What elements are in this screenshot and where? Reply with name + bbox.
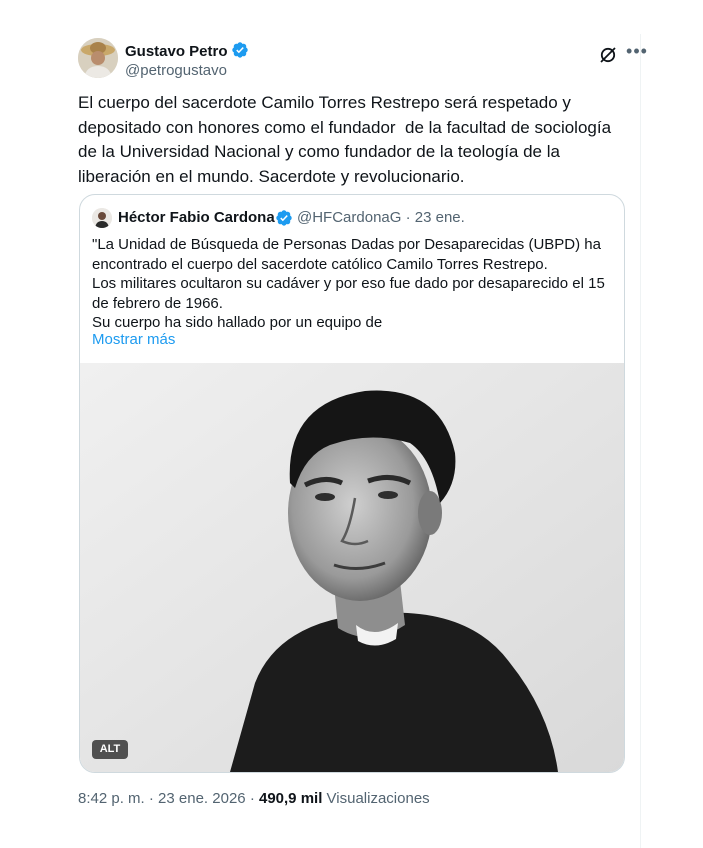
quoted-author-handle: @HFCardonaG	[297, 209, 402, 226]
quoted-author-meta: @HFCardonaG · 23 ene.	[297, 209, 465, 226]
post-metadata: 8:42 p. m. · 23 ene. 2026 · 490,9 mil Vi…	[78, 790, 430, 807]
post-date[interactable]: 23 ene. 2026	[158, 790, 246, 807]
quoted-post-photo[interactable]: ALT	[80, 363, 624, 772]
views-label[interactable]: Visualizaciones	[327, 790, 430, 807]
post-time[interactable]: 8:42 p. m.	[78, 790, 145, 807]
author-avatar[interactable]	[78, 38, 118, 78]
quoted-text-line: "La Unidad de Búsqueda de Personas Dadas…	[92, 236, 601, 253]
author-handle[interactable]: @petrogustavo	[125, 62, 227, 79]
author-name[interactable]: Gustavo Petro	[125, 41, 249, 60]
verified-badge-icon	[276, 210, 292, 226]
post-header: Gustavo Petro @petrogustavo •••	[78, 38, 647, 88]
quoted-text-line: Los militares ocultaron su cadáver y por…	[92, 275, 605, 293]
quoted-author-avatar	[92, 208, 112, 228]
views-count[interactable]: 490,9 mil	[259, 790, 322, 807]
separator: ·	[148, 790, 154, 807]
timeline-divider	[640, 34, 641, 848]
quoted-post-text: "La Unidad de Búsqueda de Personas Dadas…	[92, 235, 612, 333]
quoted-text-line: de febrero de 1966.	[92, 294, 223, 312]
separator: ·	[249, 790, 255, 807]
quoted-post-date: · 23 ene.	[405, 209, 465, 226]
alt-text-badge[interactable]: ALT	[92, 740, 128, 759]
quoted-post[interactable]: Héctor Fabio Cardona @HFCardonaG · 23 en…	[79, 194, 625, 773]
quoted-text-line: encontrado el cuerpo del sacerdote catól…	[92, 255, 548, 273]
verified-badge-icon	[231, 42, 248, 58]
author-name-text[interactable]: Gustavo Petro	[125, 43, 228, 60]
show-more-link[interactable]: Mostrar más	[92, 331, 175, 348]
grok-icon[interactable]	[598, 45, 618, 65]
quoted-post-header: Héctor Fabio Cardona @HFCardonaG · 23 en…	[92, 207, 612, 229]
more-options-icon[interactable]: •••	[626, 42, 648, 64]
post-text: El cuerpo del sacerdote Camilo Torres Re…	[78, 93, 612, 186]
quoted-author-name: Héctor Fabio Cardona	[118, 209, 275, 226]
